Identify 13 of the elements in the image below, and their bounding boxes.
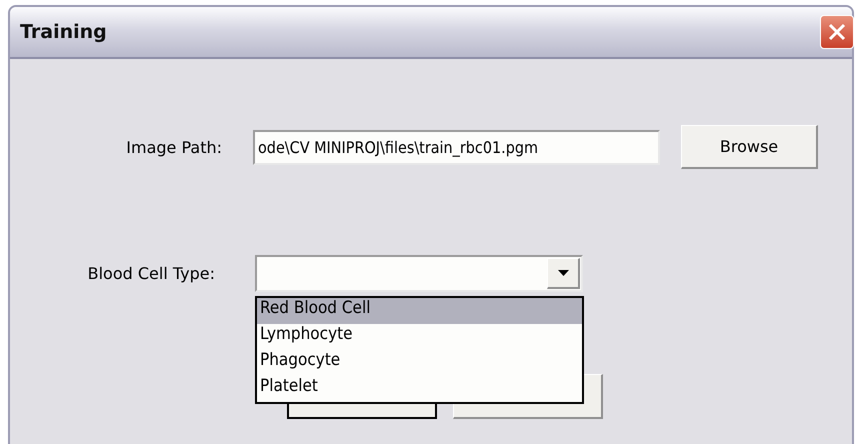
caret-icon — [558, 270, 568, 276]
browse-button[interactable]: Browse — [681, 125, 818, 169]
dropdown-option[interactable]: Platelet — [257, 376, 582, 402]
window-title: Training — [20, 21, 107, 43]
image-path-label: Image Path: — [125, 138, 222, 156]
close-icon — [826, 21, 848, 43]
dropdown-button[interactable] — [547, 258, 580, 289]
blood-cell-type-label: Blood Cell Type: — [86, 264, 215, 283]
image-path-field[interactable]: ode\CV MINIPROJ\files\train_rbc01.pgm — [253, 130, 660, 164]
dropdown-option[interactable]: Phagocyte — [257, 350, 582, 376]
dropdown-option[interactable]: Red Blood Cell — [257, 298, 582, 324]
close-button[interactable] — [820, 15, 854, 49]
dropdown-option[interactable]: Lymphocyte — [257, 324, 582, 350]
